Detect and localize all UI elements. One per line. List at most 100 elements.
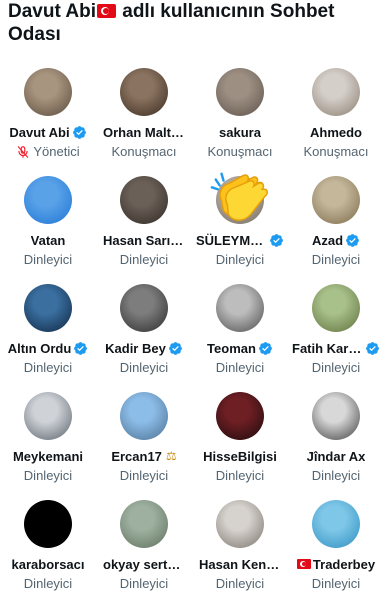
- participant-name: Kadir Bey: [105, 340, 166, 356]
- participant-avatar[interactable]: [312, 68, 360, 116]
- participant-role-label: Dinleyici: [119, 252, 169, 267]
- participant-13[interactable]: Meykemani Dinleyici: [0, 384, 96, 492]
- title-host-name: Davut Abi: [8, 1, 96, 22]
- turkey-flag-icon: [96, 4, 116, 18]
- participant-avatar[interactable]: [216, 284, 264, 332]
- participant-name-row: Fatih Karaca: [292, 339, 380, 357]
- participant-name-row: Hasan Kenan: [199, 555, 281, 573]
- scale-icon: ⚖: [165, 449, 177, 463]
- participant-name-row: Davut Abi: [9, 123, 86, 141]
- participant-19[interactable]: Hasan Kenan Dinleyici: [192, 492, 288, 600]
- participant-role: Dinleyici: [120, 576, 168, 591]
- participant-role-label: Dinleyici: [215, 252, 265, 267]
- participant-17[interactable]: karaborsacı Dinleyici: [0, 492, 96, 600]
- clapping-hands-emoji: [210, 172, 268, 221]
- participant-16[interactable]: Jîndar Ax Dinleyici: [288, 384, 384, 492]
- participant-role-label: Dinleyici: [119, 468, 169, 483]
- verified-badge-icon: [74, 341, 88, 355]
- verified-badge-icon: [168, 341, 182, 355]
- participant-avatar[interactable]: [120, 500, 168, 548]
- participant-role: Dinleyici: [312, 252, 360, 267]
- participants-grid: Davut Abi Yönetici Orhan Maltepe Konuşma…: [0, 60, 385, 600]
- participant-role-label: Dinleyici: [215, 468, 265, 483]
- participant-name: Fatih Karaca: [292, 340, 363, 356]
- participant-name: Orhan Maltepe: [103, 124, 185, 140]
- participant-avatar[interactable]: [120, 68, 168, 116]
- participant-avatar[interactable]: [24, 284, 72, 332]
- participant-name-row: Kadir Bey: [105, 339, 183, 357]
- participant-name: SÜLEYMAN: [196, 232, 267, 248]
- participant-18[interactable]: okyay sertkaya Dinleyici: [96, 492, 192, 600]
- turkey-flag-icon: [296, 559, 311, 569]
- participant-4[interactable]: Ahmedo Konuşmacı: [288, 60, 384, 168]
- participant-20[interactable]: Traderbey Dinleyici: [288, 492, 384, 600]
- participant-name: Vatan: [30, 232, 66, 248]
- participant-role: Dinleyici: [120, 468, 168, 483]
- participant-role-label: Dinleyici: [311, 252, 361, 267]
- participant-1[interactable]: Davut Abi Yönetici: [0, 60, 96, 168]
- participant-avatar[interactable]: [24, 392, 72, 440]
- participant-avatar[interactable]: [312, 176, 360, 224]
- participant-role: Dinleyici: [24, 468, 72, 483]
- participant-role-label: Dinleyici: [311, 576, 361, 591]
- participant-role-label: Dinleyici: [23, 252, 73, 267]
- participant-name-row: karaborsacı: [12, 555, 85, 573]
- verified-badge-icon: [72, 125, 86, 139]
- participant-14[interactable]: Ercan17 ⚖ Dinleyici: [96, 384, 192, 492]
- participant-avatar[interactable]: [120, 284, 168, 332]
- participant-9[interactable]: Altın Ordu Dinleyici: [0, 276, 96, 384]
- participant-name: Teoman: [207, 340, 256, 356]
- participant-name-row: Jîndar Ax: [307, 447, 366, 465]
- participant-name: Traderbey: [312, 556, 376, 572]
- participant-15[interactable]: HisseBilgisi Dinleyici: [192, 384, 288, 492]
- participant-avatar[interactable]: [24, 176, 72, 224]
- participant-avatar[interactable]: [120, 392, 168, 440]
- participant-5[interactable]: Vatan Dinleyici: [0, 168, 96, 276]
- participant-10[interactable]: Kadir Bey Dinleyici: [96, 276, 192, 384]
- participant-role: Dinleyici: [216, 468, 264, 483]
- muted-microphone-icon: [18, 145, 29, 158]
- participant-avatar[interactable]: [312, 500, 360, 548]
- participant-avatar[interactable]: [312, 284, 360, 332]
- participant-role: Konuşmacı: [111, 144, 176, 159]
- verified-badge-icon: [346, 233, 359, 247]
- participant-12[interactable]: Fatih Karaca Dinleyici: [288, 276, 384, 384]
- participant-name: Azad: [311, 232, 344, 248]
- participant-avatar[interactable]: [24, 68, 72, 116]
- participant-11[interactable]: Teoman Dinleyici: [192, 276, 288, 384]
- participant-name-row: Altın Ordu: [8, 339, 89, 357]
- participant-name-row: Meykemani: [13, 447, 83, 465]
- participant-role: Dinleyici: [24, 252, 72, 267]
- participant-name: Meykemani: [12, 448, 84, 464]
- participant-avatar[interactable]: [24, 500, 72, 548]
- participant-name-row: Hasan Sarıkaya: [103, 231, 185, 249]
- participant-name-row: sakura: [219, 123, 261, 141]
- participant-avatar[interactable]: [216, 392, 264, 440]
- participant-name: Ercan17: [111, 448, 162, 464]
- participant-name-row: HisseBilgisi: [203, 447, 277, 465]
- participant-role-label: Dinleyici: [311, 468, 361, 483]
- participant-6[interactable]: Hasan Sarıkaya Dinleyici: [96, 168, 192, 276]
- participant-3[interactable]: sakura Konuşmacı: [192, 60, 288, 168]
- participant-role-label: Konuşmacı: [303, 144, 369, 159]
- participant-role: Dinleyici: [120, 360, 168, 375]
- participant-8[interactable]: Azad Dinleyici: [288, 168, 384, 276]
- participant-avatar[interactable]: [216, 500, 264, 548]
- verified-badge-icon: [366, 341, 379, 355]
- participant-name: Altın Ordu: [7, 340, 72, 356]
- participant-name: sakura: [219, 124, 261, 140]
- participant-role: Konuşmacı: [207, 144, 272, 159]
- participant-avatar[interactable]: [312, 392, 360, 440]
- participant-avatar[interactable]: [216, 68, 264, 116]
- participant-avatar[interactable]: [120, 176, 168, 224]
- participant-name-row: Ercan17 ⚖: [111, 447, 176, 465]
- participant-name: okyay sertkaya: [103, 556, 185, 572]
- participant-name: Hasan Kenan: [199, 556, 281, 572]
- participant-name: karaborsacı: [11, 556, 85, 572]
- participant-name: Davut Abi: [9, 124, 70, 140]
- participant-role-label: Dinleyici: [119, 360, 169, 375]
- participant-role-label: Yönetici: [33, 144, 80, 159]
- participant-2[interactable]: Orhan Maltepe Konuşmacı: [96, 60, 192, 168]
- participant-role: Dinleyici: [312, 468, 360, 483]
- participant-role: Dinleyici: [24, 576, 72, 591]
